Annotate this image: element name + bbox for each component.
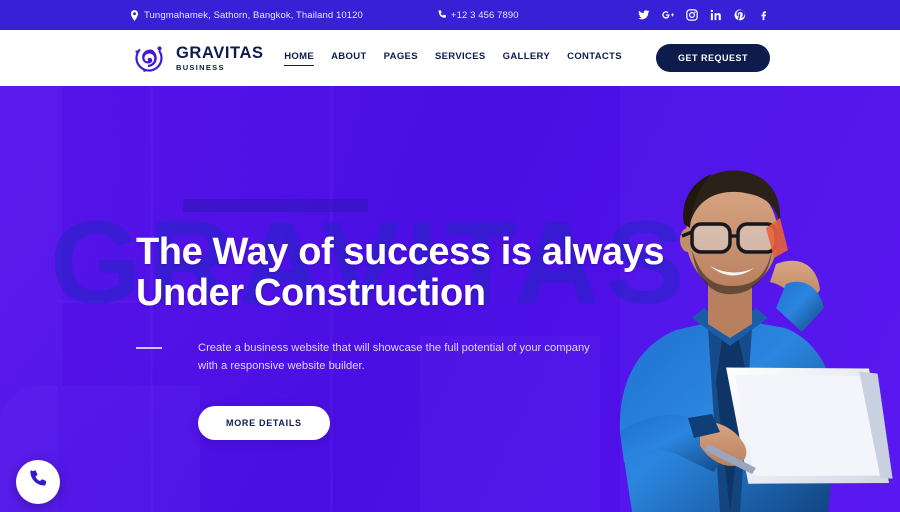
brand-subtitle: BUSINESS: [176, 63, 225, 72]
map-pin-icon: [130, 9, 139, 21]
site-header: GRAVITAS BUSINESS HOME ABOUT PAGES SERVI…: [0, 30, 900, 86]
phone-icon: [28, 469, 48, 495]
nav-item-gallery[interactable]: GALLERY: [503, 51, 551, 65]
gravitas-swirl-logo-icon: [130, 40, 166, 76]
main-navigation: HOME ABOUT PAGES SERVICES GALLERY CONTAC…: [284, 44, 770, 72]
nav-item-contacts[interactable]: CONTACTS: [567, 51, 622, 65]
nav-item-services[interactable]: SERVICES: [435, 51, 486, 65]
google-plus-icon[interactable]: [662, 9, 674, 21]
phone-icon: [437, 9, 446, 21]
nav-item-home[interactable]: HOME: [284, 51, 315, 66]
more-details-button[interactable]: MORE DETAILS: [198, 405, 330, 440]
nav-item-pages[interactable]: PAGES: [384, 51, 418, 65]
subtitle-dash: [136, 347, 162, 350]
linkedin-icon[interactable]: [710, 9, 722, 21]
address-block: Tungmahamek, Sathorn, Bangkok, Thailand …: [130, 10, 363, 21]
nav-item-about[interactable]: ABOUT: [331, 51, 367, 65]
hero-copy: The Way of success is always Under Const…: [136, 232, 716, 440]
floating-call-button[interactable]: [16, 460, 60, 504]
top-contact-bar: Tungmahamek, Sathorn, Bangkok, Thailand …: [0, 0, 900, 30]
phone-text: +12 3 456 7890: [450, 9, 519, 21]
instagram-icon[interactable]: [686, 9, 698, 21]
hero-subtitle: Create a business website that will show…: [198, 342, 590, 373]
hero-section: GRAVITAS The Way of success is always Un…: [0, 86, 900, 512]
get-request-button[interactable]: GET REQUEST: [655, 44, 770, 72]
hero-headline-line-1: The Way of success is always: [136, 231, 665, 273]
address-text: Tungmahamek, Sathorn, Bangkok, Thailand …: [144, 9, 363, 21]
social-links: [638, 9, 770, 21]
landing-page: Tungmahamek, Sathorn, Bangkok, Thailand …: [0, 0, 900, 512]
phone-block[interactable]: +12 3 456 7890: [437, 10, 519, 21]
facebook-icon[interactable]: [758, 9, 770, 21]
brand-logo[interactable]: GRAVITAS BUSINESS: [130, 40, 264, 76]
hero-headline-line-2: Under Construction: [136, 271, 486, 314]
pinterest-icon[interactable]: [734, 9, 746, 21]
twitter-icon[interactable]: [638, 9, 650, 21]
hero-headline: The Way of success is always Under Const…: [136, 232, 716, 313]
brand-name: GRAVITAS: [176, 43, 264, 62]
